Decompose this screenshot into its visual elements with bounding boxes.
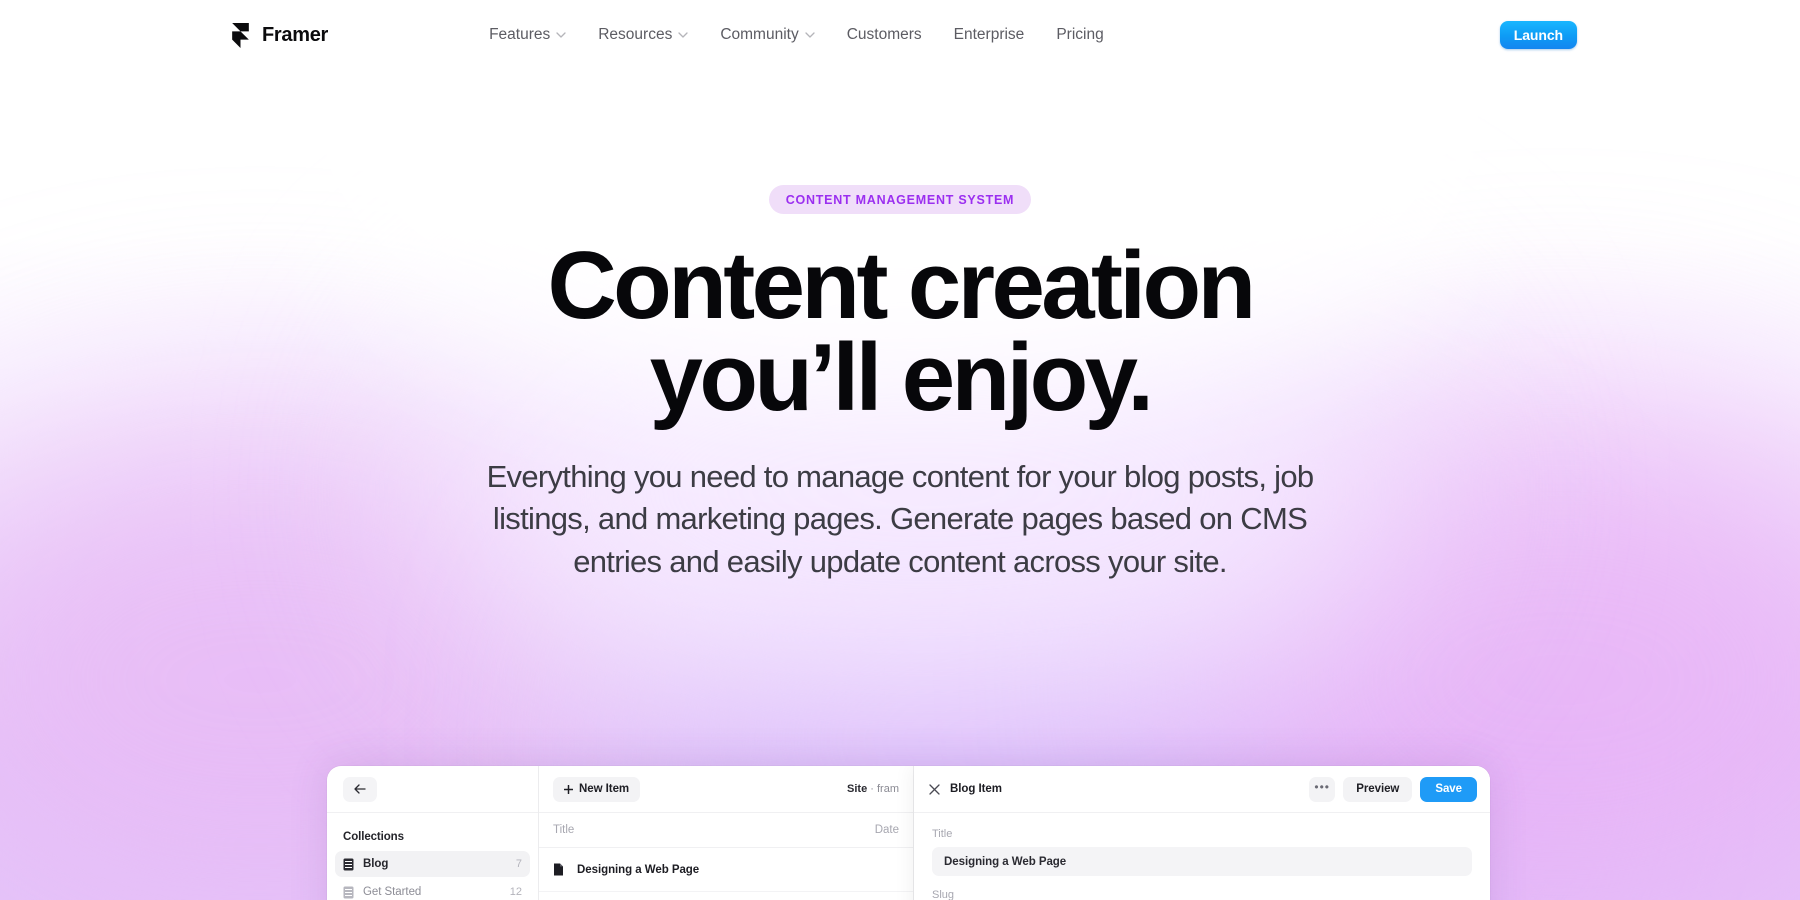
site-breadcrumb-separator: · <box>870 783 874 795</box>
site-breadcrumb-prefix: Site <box>847 783 868 795</box>
database-icon <box>343 858 354 871</box>
table-row-title: Designing a Web Page <box>577 863 700 876</box>
framer-logo-link[interactable]: Framer <box>230 22 329 48</box>
close-icon[interactable] <box>929 783 940 795</box>
column-header-title: Title <box>553 824 575 836</box>
plus-icon <box>564 784 573 794</box>
more-options-button[interactable]: ••• <box>1309 776 1336 802</box>
nav-item-enterprise-label: Enterprise <box>953 26 1025 43</box>
column-header-date: Date <box>874 824 899 836</box>
sidebar-item-blog-count: 7 <box>515 858 522 870</box>
cms-detail-panel: Blog Item ••• Preview Save Title Designi… <box>914 766 1490 900</box>
nav-item-community-label: Community <box>720 26 799 43</box>
detail-panel-title: Blog Item <box>950 783 1002 795</box>
new-item-button-label: New Item <box>579 783 630 795</box>
nav-item-resources-label: Resources <box>598 26 673 43</box>
table-row[interactable]: Designing a Web Page <box>539 848 913 892</box>
nav-item-pricing[interactable]: Pricing <box>1040 19 1119 51</box>
field-title-label: Title <box>932 828 953 840</box>
site-breadcrumb-value: fram <box>877 783 899 795</box>
database-icon <box>343 886 354 899</box>
sidebar-item-blog[interactable]: Blog 7 <box>335 851 530 877</box>
nav-item-customers[interactable]: Customers <box>831 19 938 51</box>
nav-item-customers-label: Customers <box>846 26 922 43</box>
nav-item-features-label: Features <box>489 26 551 43</box>
cms-list-header: Title Date <box>539 813 913 848</box>
cms-item-list: New Item Site · fram Title Date Designin… <box>539 766 914 900</box>
back-button[interactable] <box>343 776 377 802</box>
category-badge: Content management system <box>768 185 1032 214</box>
site-breadcrumb: Site · fram <box>847 783 899 795</box>
document-icon <box>553 863 564 876</box>
page-title: Content creation you’ll enjoy. <box>0 238 1800 426</box>
save-button[interactable]: Save <box>1420 776 1477 802</box>
sidebar-item-blog-label: Blog <box>363 858 389 870</box>
top-navigation: Framer Features Resources Community Cust… <box>0 0 1800 70</box>
nav-item-features[interactable]: Features <box>473 19 582 51</box>
hero-section: Content management system Content creati… <box>0 70 1800 583</box>
nav-links: Features Resources Community Customers E… <box>473 19 1120 51</box>
detail-actions: ••• Preview Save <box>1309 776 1477 802</box>
nav-item-resources[interactable]: Resources <box>582 19 704 51</box>
cms-list-toolbar: New Item Site · fram <box>539 766 913 813</box>
sidebar-item-get-started-count: 12 <box>509 886 522 898</box>
framer-logo-text: Framer <box>262 23 329 46</box>
framer-logo-icon <box>230 22 251 48</box>
chevron-down-icon <box>556 32 566 38</box>
cms-detail-toolbar: Blog Item ••• Preview Save <box>914 766 1490 813</box>
title-input[interactable]: Designing a Web Page <box>932 847 1472 876</box>
nav-item-pricing-label: Pricing <box>1056 26 1104 43</box>
nav-item-community[interactable]: Community <box>704 19 830 51</box>
sidebar-item-get-started[interactable]: Get Started 12 <box>335 879 530 900</box>
preview-button[interactable]: Preview <box>1343 776 1413 802</box>
table-row[interactable] <box>539 892 913 900</box>
launch-button[interactable]: Launch <box>1499 21 1577 49</box>
chevron-down-icon <box>678 32 688 38</box>
page-title-line-2: you’ll enjoy. <box>649 324 1154 432</box>
new-item-button[interactable]: New Item <box>553 776 641 802</box>
field-slug-label: Slug <box>932 889 955 900</box>
chevron-down-icon <box>805 32 815 38</box>
cms-app-preview: Collections Blog 7 Get Started 12 New It… <box>327 766 1490 900</box>
page-title-line-1: Content creation <box>547 232 1256 339</box>
collections-heading: Collections <box>343 831 404 843</box>
landing-page: Framer Features Resources Community Cust… <box>0 0 1800 900</box>
nav-item-enterprise[interactable]: Enterprise <box>938 19 1041 51</box>
sidebar-item-get-started-label: Get Started <box>363 886 422 898</box>
field-title: Title Designing a Web Page <box>914 813 1490 876</box>
arrow-left-icon <box>354 784 366 794</box>
cms-sidebar-toolbar <box>327 766 538 813</box>
hero-subtitle: Everything you need to manage content fo… <box>486 459 1315 579</box>
cms-sidebar: Collections Blog 7 Get Started 12 <box>327 766 539 900</box>
